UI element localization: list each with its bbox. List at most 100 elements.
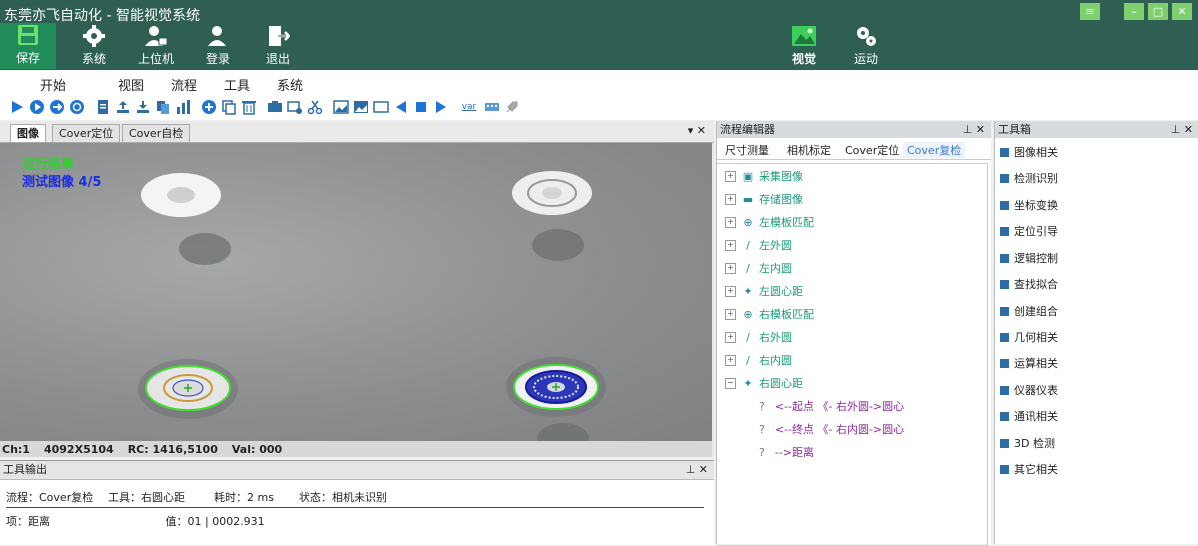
status-channel: Ch:1 bbox=[2, 442, 30, 456]
image-icon[interactable] bbox=[332, 99, 349, 116]
tree-node[interactable]: + / 右外圆 bbox=[725, 328, 792, 346]
shadow-spot bbox=[537, 423, 589, 441]
keyboard-icon[interactable] bbox=[483, 99, 500, 116]
toolbox-item[interactable]: 检测识别 bbox=[1000, 170, 1058, 186]
image-viewer[interactable]: 运行结果 测试图像 4/5 bbox=[0, 143, 712, 441]
exit-button[interactable]: 退出 bbox=[250, 24, 306, 68]
category-icon bbox=[1000, 464, 1009, 474]
camera-icon[interactable] bbox=[266, 99, 283, 116]
refresh-icon[interactable] bbox=[68, 99, 85, 116]
toolbox-item[interactable]: 坐标变换 bbox=[1000, 197, 1058, 213]
run-once-icon[interactable] bbox=[28, 99, 45, 116]
menu-button[interactable]: ≡ bbox=[1080, 3, 1100, 20]
window-controls: ≡ – □ ✕ bbox=[1080, 3, 1192, 20]
test-image-overlay: 测试图像 4/5 bbox=[22, 175, 102, 190]
tab-cover-selfcheck[interactable]: Cover自检 bbox=[122, 124, 191, 142]
save-icon bbox=[15, 23, 41, 47]
toolbox-item[interactable]: 创建组合 bbox=[1000, 303, 1058, 319]
toolbox-item[interactable]: 3D 检测 bbox=[1000, 435, 1055, 451]
tree-node[interactable]: + ⊕ 左模板匹配 bbox=[725, 213, 814, 231]
tab-size-measure[interactable]: 尺寸测量 bbox=[725, 142, 769, 158]
tree-node[interactable]: + ⊕ 右模板匹配 bbox=[725, 305, 814, 323]
add-icon[interactable] bbox=[200, 99, 217, 116]
toolbox-item[interactable]: 运算相关 bbox=[1000, 355, 1058, 371]
tab-cover-locate[interactable]: Cover定位 bbox=[845, 142, 899, 158]
toolbox-item[interactable]: 查找拟合 bbox=[1000, 276, 1058, 292]
tab-cover-locate[interactable]: Cover定位 bbox=[52, 124, 121, 142]
category-icon bbox=[1000, 306, 1009, 316]
toolbox-controls[interactable]: ⊥ ✕ bbox=[1171, 121, 1193, 138]
menu-tools[interactable]: 工具 bbox=[224, 75, 250, 94]
settings-tool-icon[interactable] bbox=[286, 99, 303, 116]
copy-flow-icon[interactable] bbox=[154, 99, 171, 116]
toolbox-item[interactable]: 仪器仪表 bbox=[1000, 382, 1058, 398]
image-icon bbox=[791, 24, 817, 48]
host-computer-button[interactable]: 上位机 bbox=[128, 24, 184, 68]
tree-node[interactable]: + ▬ 存储图像 bbox=[725, 190, 803, 208]
toolbox-item[interactable]: 定位引导 bbox=[1000, 223, 1058, 239]
flow-editor-controls[interactable]: ⊥ ✕ bbox=[963, 121, 985, 138]
tool-output-controls[interactable]: ⊥ ✕ bbox=[686, 461, 708, 479]
vision-button[interactable]: 视觉 bbox=[776, 24, 832, 68]
window-icon[interactable] bbox=[372, 99, 389, 116]
stats-icon[interactable] bbox=[174, 99, 191, 116]
import-icon[interactable] bbox=[134, 99, 151, 116]
menu-system[interactable]: 系统 bbox=[277, 75, 303, 94]
tree-child[interactable]: ? <--终点 《- 右内圆->圆心 bbox=[759, 420, 904, 438]
zoom-icon: ⊕ bbox=[743, 307, 753, 321]
prev-icon[interactable] bbox=[392, 99, 409, 116]
motion-button[interactable]: 运动 bbox=[838, 24, 894, 68]
user-lock-icon bbox=[143, 24, 169, 48]
toolbox-item[interactable]: 图像相关 bbox=[1000, 144, 1058, 160]
tree-node[interactable]: + ✦ 左圆心距 bbox=[725, 282, 803, 300]
line-icon: / bbox=[746, 330, 750, 344]
run-icon[interactable] bbox=[8, 99, 25, 116]
export-icon[interactable] bbox=[114, 99, 131, 116]
toolbox-item[interactable]: 通讯相关 bbox=[1000, 408, 1058, 424]
toolbox-item[interactable]: 几何相关 bbox=[1000, 329, 1058, 345]
status-val: Val: 000 bbox=[231, 442, 283, 456]
menu-start[interactable]: 开始 bbox=[40, 75, 66, 94]
status-size: 4092X5104 bbox=[43, 442, 114, 456]
tree-node[interactable]: + / 右内圆 bbox=[725, 351, 792, 369]
flow-editor-panel: 流程编辑器 ⊥ ✕ 尺寸测量 相机标定 Cover定位 Cover复检 + ▣ 采集… bbox=[716, 121, 991, 546]
run-next-icon[interactable] bbox=[48, 99, 65, 116]
new-file-icon[interactable] bbox=[94, 99, 111, 116]
image-open-icon[interactable] bbox=[352, 99, 369, 116]
stop-icon[interactable] bbox=[412, 99, 429, 116]
tree-child[interactable]: ? <--起点 《- 右外圆->圆心 bbox=[759, 397, 904, 415]
login-button[interactable]: 登录 bbox=[190, 24, 246, 68]
panel-controls[interactable]: ▾ ✕ bbox=[688, 124, 706, 137]
minimize-button[interactable]: – bbox=[1124, 3, 1144, 20]
tree-node[interactable]: − ✦ 右圆心距 bbox=[725, 374, 803, 392]
tab-camera-calibration[interactable]: 相机标定 bbox=[787, 142, 831, 158]
menu-view[interactable]: 视图 bbox=[118, 75, 144, 94]
toolbox-item[interactable]: 逻辑控制 bbox=[1000, 250, 1058, 266]
save-button[interactable]: 保存 bbox=[0, 23, 56, 69]
close-button[interactable]: ✕ bbox=[1172, 3, 1192, 20]
output-item: 项：距离 bbox=[6, 515, 50, 528]
tab-image[interactable]: 图像 bbox=[10, 124, 46, 142]
system-button[interactable]: 系统 bbox=[66, 24, 122, 68]
maximize-button[interactable]: □ bbox=[1148, 3, 1168, 20]
tool-output-panel: 工具输出 ⊥ ✕ 流程：Cover复检 工具：右圆心距 耗时：2 ms 状态：相… bbox=[0, 460, 714, 545]
rocket-icon[interactable] bbox=[503, 99, 520, 116]
delete-icon[interactable] bbox=[240, 99, 257, 116]
var-icon[interactable]: var bbox=[458, 99, 480, 116]
result-overlay: 运行结果 bbox=[22, 157, 75, 172]
tree-node[interactable]: + ▣ 采集图像 bbox=[725, 167, 803, 185]
toolbox-item[interactable]: 其它相关 bbox=[1000, 461, 1058, 477]
menu-flow[interactable]: 流程 bbox=[171, 75, 197, 94]
toolbar: var bbox=[0, 94, 1198, 120]
toolbox-panel: 工具箱 ⊥ ✕ 图像相关 检测识别 坐标变换 定位引导 逻辑控制 查找拟合 创建… bbox=[994, 121, 1198, 544]
next-icon[interactable] bbox=[432, 99, 449, 116]
app-header: 东莞亦飞自动化 - 智能视觉系统 ≡ – □ ✕ 保存 系统 上位机 登录 退出 bbox=[0, 0, 1198, 70]
tree-node[interactable]: + / 左内圆 bbox=[725, 259, 792, 277]
tree-node[interactable]: + / 左外圆 bbox=[725, 236, 792, 254]
tool-output-result: 项：距离 值：01 | 0002.931 bbox=[6, 513, 265, 529]
scissors-icon[interactable] bbox=[306, 99, 323, 116]
tab-cover-recheck[interactable]: Cover复检 bbox=[903, 142, 966, 158]
motion-gear-icon bbox=[853, 24, 879, 48]
tree-child[interactable]: ? -->距离 bbox=[759, 443, 814, 461]
copy-icon[interactable] bbox=[220, 99, 237, 116]
